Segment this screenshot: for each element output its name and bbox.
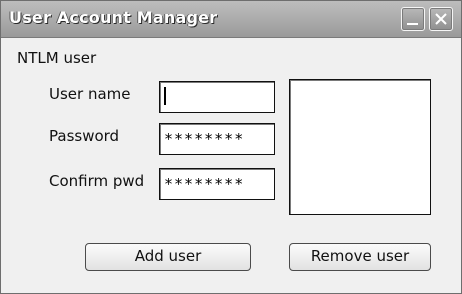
- add-user-button[interactable]: Add user: [85, 243, 251, 271]
- title-bar[interactable]: User Account Manager: [1, 1, 461, 38]
- window-title: User Account Manager: [9, 8, 218, 27]
- password-label: Password: [49, 127, 120, 145]
- group-label-ntlm-user: NTLM user: [17, 49, 97, 67]
- user-list[interactable]: [289, 79, 431, 215]
- confirm-password-field[interactable]: ********: [159, 168, 275, 200]
- close-button[interactable]: [429, 7, 453, 31]
- text-caret: [164, 87, 166, 105]
- password-field[interactable]: ********: [159, 123, 275, 155]
- user-account-manager-window: User Account Manager NTLM user User name…: [0, 0, 462, 294]
- confirm-password-label: Confirm pwd: [49, 172, 145, 190]
- password-value: ********: [164, 130, 245, 148]
- minimize-button[interactable]: [401, 7, 425, 31]
- username-field[interactable]: [159, 81, 275, 113]
- remove-user-button[interactable]: Remove user: [289, 243, 431, 271]
- confirm-password-value: ********: [164, 175, 245, 193]
- minimize-icon: [407, 23, 418, 25]
- username-label: User name: [49, 85, 131, 103]
- close-icon: [435, 13, 447, 25]
